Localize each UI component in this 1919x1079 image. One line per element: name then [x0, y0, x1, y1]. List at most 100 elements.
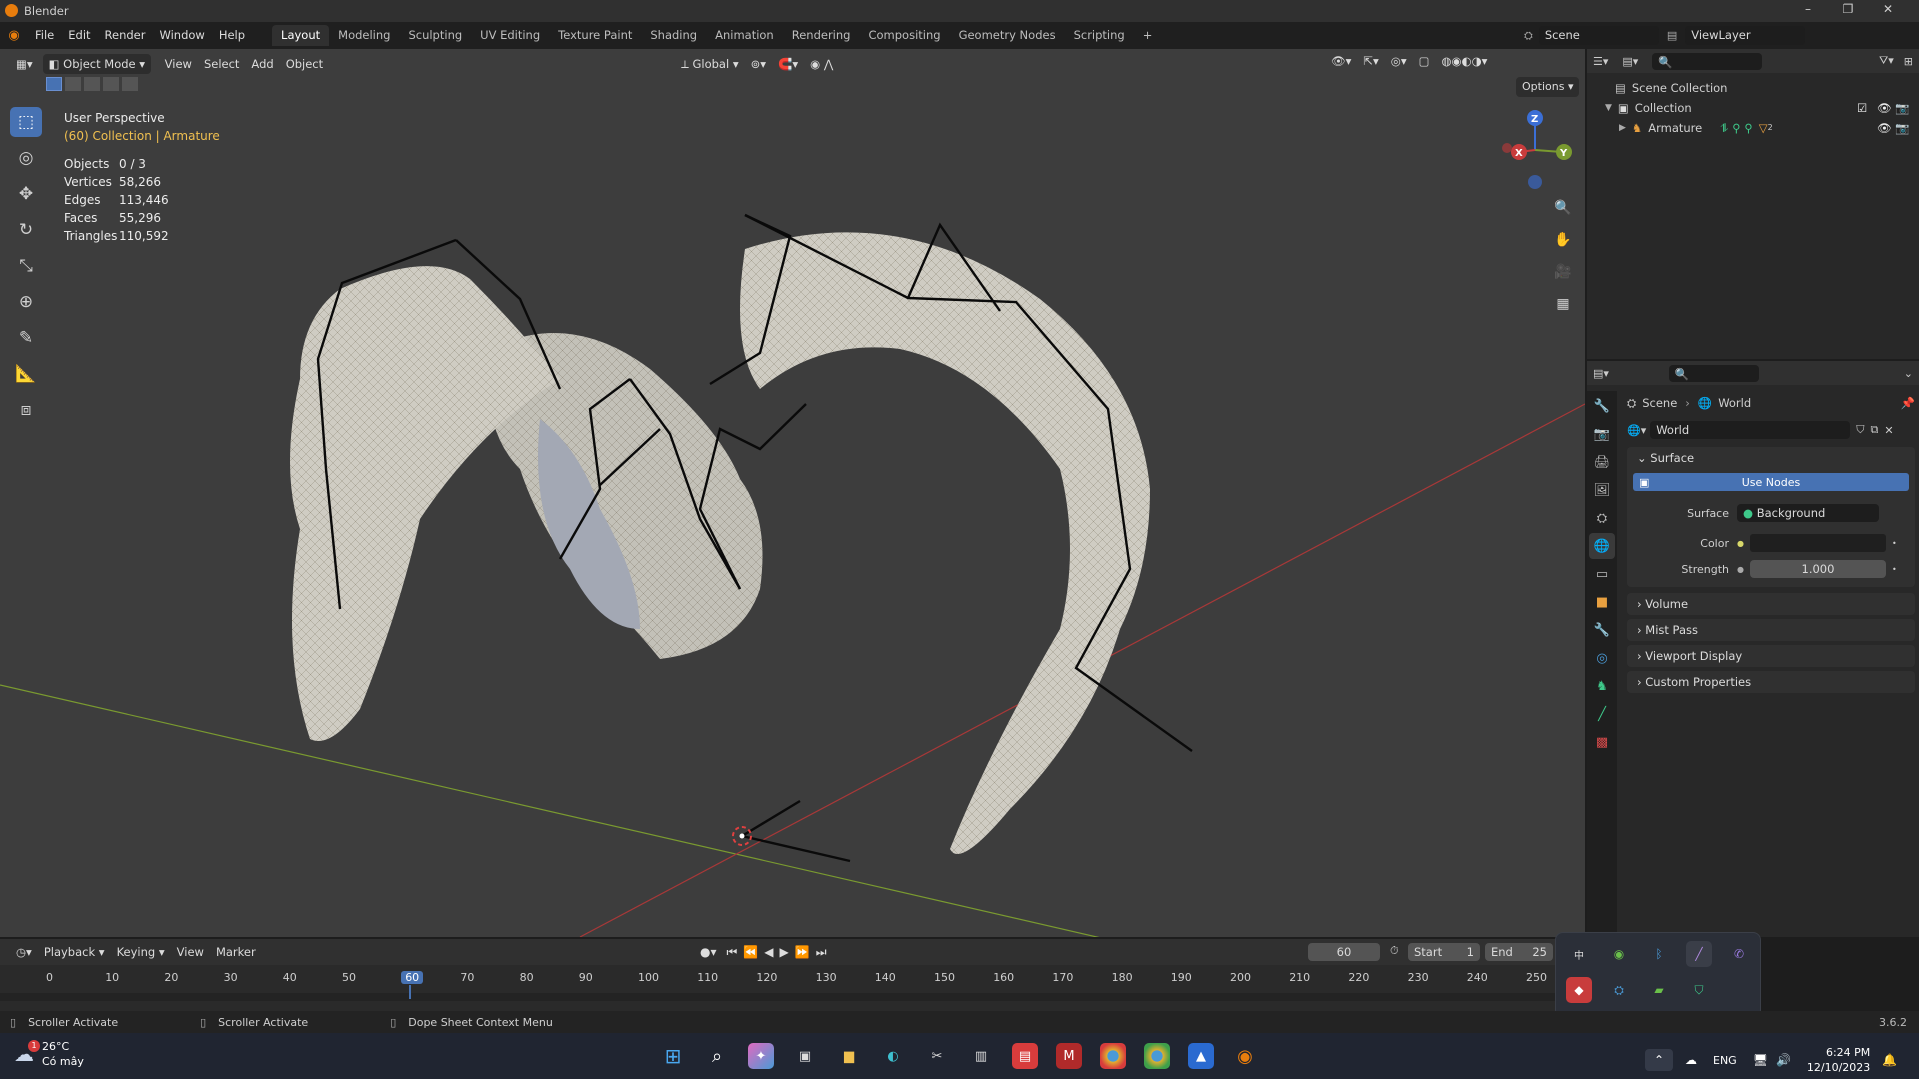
duplicate-icon[interactable]: ⧉ — [1870, 423, 1878, 437]
collection-eye-icon[interactable]: 👁 — [1877, 98, 1892, 118]
volume-panel[interactable]: › Volume — [1627, 593, 1915, 615]
modifier-tab-icon[interactable]: 🔧 — [1589, 617, 1615, 643]
3d-viewport[interactable]: Z Y X ▦▾ ◧ Object Mode ▾ View Select Add… — [0, 49, 1585, 937]
tab-sculpting[interactable]: Sculpting — [399, 25, 471, 46]
start-frame-field[interactable]: Start 1 — [1408, 943, 1480, 961]
select-intersect-icon[interactable] — [122, 77, 138, 91]
pen-icon[interactable]: ╱ — [1686, 941, 1712, 967]
snipping-tool-icon[interactable]: ✂ — [924, 1043, 950, 1069]
collection-camera-icon[interactable]: 📷 — [1895, 98, 1909, 118]
properties-editor-icon[interactable]: ▤▾ — [1593, 367, 1609, 380]
keyframe-dot-icon[interactable]: • — [1892, 539, 1897, 548]
tab-compositing[interactable]: Compositing — [859, 25, 949, 46]
weather-widget[interactable]: ☁ 1 26°C Có mây — [14, 1039, 84, 1069]
menu-edit[interactable]: Edit — [61, 22, 97, 49]
next-keyframe-icon[interactable]: ⏩ — [795, 945, 810, 959]
menu-marker[interactable]: Marker — [210, 942, 262, 962]
volume-icon[interactable]: 🔊 — [1776, 1053, 1791, 1067]
new-collection-icon[interactable]: ⊞ — [1904, 55, 1913, 68]
bluetooth-icon[interactable]: ᛒ — [1646, 941, 1672, 967]
play-icon[interactable]: ▶ — [780, 945, 789, 959]
scale-tool-icon[interactable]: ⤡ — [10, 251, 42, 281]
play-reverse-icon[interactable]: ◀ — [764, 945, 773, 959]
tab-scripting[interactable]: Scripting — [1065, 25, 1134, 46]
strength-field[interactable]: 1.000 — [1749, 560, 1886, 578]
file-explorer-icon[interactable]: ▆ — [836, 1043, 862, 1069]
timeline-editor-icon[interactable]: ◷▾ — [10, 942, 38, 962]
clock-icon[interactable]: ⏱ — [1390, 944, 1399, 958]
pin-icon[interactable]: 📌 — [1901, 396, 1915, 410]
taskbar-search-icon[interactable]: ⌕ — [704, 1043, 730, 1069]
language-indicator[interactable]: ENG — [1713, 1054, 1737, 1067]
world-browse-icon[interactable]: 🌐▾ — [1627, 424, 1646, 437]
select-box-tool-icon[interactable]: ⬚ — [10, 107, 42, 137]
store-icon[interactable]: ▥ — [968, 1043, 994, 1069]
expand-arrow-icon[interactable]: ▶ — [1619, 118, 1626, 138]
fake-user-icon[interactable]: ⛉ — [1856, 423, 1864, 437]
world-name-field[interactable]: World — [1650, 421, 1851, 439]
blender-menu-icon[interactable]: ◉ — [0, 28, 28, 43]
clock[interactable]: 6:24 PM 12/10/2023 — [1807, 1045, 1870, 1075]
viewlayer-selector[interactable]: ViewLayer — [1685, 26, 1806, 45]
tray-chevron-up-icon[interactable]: ⌃ — [1645, 1049, 1673, 1071]
display-mode-icon[interactable]: ▤▾ — [1622, 55, 1638, 68]
record-icon[interactable]: ●▾ — [700, 945, 717, 959]
menu-render[interactable]: Render — [98, 22, 153, 49]
options-dropdown[interactable]: Options ▾ — [1516, 77, 1580, 97]
rotate-tool-icon[interactable]: ↻ — [10, 215, 42, 245]
outliner-item-armature[interactable]: ▶ ♞ Armature ⥮ ⚲ ⚲ ▽ 2 👁 📷 — [1619, 118, 1919, 138]
network-tool-icon[interactable]: ⛭ — [1606, 977, 1632, 1003]
world-tab-icon[interactable]: 🌐 — [1589, 533, 1615, 559]
menu-select[interactable]: Select — [198, 54, 245, 74]
render-tab-icon[interactable]: 📷 — [1589, 421, 1615, 447]
xray-icon[interactable]: ▢ — [1413, 51, 1436, 71]
chrome-profile-icon[interactable] — [1144, 1043, 1170, 1069]
texture-tab-icon[interactable]: ▩ — [1589, 729, 1615, 755]
properties-search-input[interactable]: 🔍 — [1668, 364, 1759, 382]
use-nodes-button[interactable]: ▣ Use Nodes — [1633, 473, 1909, 491]
overlay-toggle-icon[interactable]: ◎▾ — [1385, 51, 1413, 71]
menu-window[interactable]: Window — [152, 22, 211, 49]
prev-keyframe-icon[interactable]: ⏪ — [743, 945, 758, 959]
bone-tab-icon[interactable]: ╱ — [1589, 701, 1615, 727]
menu-add[interactable]: Add — [245, 54, 279, 74]
menu-view[interactable]: View — [159, 54, 198, 74]
gizmo-toggle-icon[interactable]: ⇱▾ — [1357, 51, 1384, 71]
windows-start-icon[interactable]: ⊞ — [660, 1043, 686, 1069]
view-layer-tab-icon[interactable]: 🖼 — [1589, 477, 1615, 503]
tab-animation[interactable]: Animation — [706, 25, 783, 46]
snap-icon[interactable]: 🧲▾ — [772, 54, 804, 74]
editor-type-icon[interactable]: ▦▾ — [10, 54, 39, 74]
add-cube-tool-icon[interactable]: ⧈ — [10, 395, 42, 425]
filter-icon[interactable]: ⛛▾ — [1879, 54, 1894, 68]
menu-file[interactable]: File — [28, 22, 61, 49]
armature-eye-icon[interactable]: 👁 — [1877, 118, 1892, 138]
output-tab-icon[interactable]: 🖨 — [1589, 449, 1615, 475]
add-workspace-button[interactable]: + — [1134, 25, 1162, 46]
outliner-search-input[interactable]: 🔍 — [1652, 52, 1763, 70]
custom-properties-panel[interactable]: › Custom Properties — [1627, 671, 1915, 693]
collection-checkbox-icon[interactable]: ☑ — [1857, 98, 1867, 118]
copilot-icon[interactable]: ✦ — [748, 1043, 774, 1069]
edge-icon[interactable]: ◐ — [880, 1043, 906, 1069]
expand-arrow-icon[interactable]: ▼ — [1605, 98, 1612, 118]
tab-shading[interactable]: Shading — [641, 25, 706, 46]
breadcrumb-scene[interactable]: Scene — [1642, 396, 1677, 410]
tab-geometry-nodes[interactable]: Geometry Nodes — [950, 25, 1065, 46]
properties-options-icon[interactable]: ⌄ — [1904, 367, 1913, 380]
chrome-icon[interactable] — [1100, 1043, 1126, 1069]
armature-data-icon[interactable]: ⥮ ⚲ ⚲ — [1720, 118, 1753, 138]
menu-timeline-view[interactable]: View — [171, 942, 210, 962]
viber-icon[interactable]: ✆ — [1726, 941, 1752, 967]
current-frame-field[interactable]: 60 — [1308, 943, 1380, 961]
tool-tab-icon[interactable]: 🔧 — [1589, 393, 1615, 419]
physics-tab-icon[interactable]: ◎ — [1589, 645, 1615, 671]
move-tool-icon[interactable]: ✥ — [10, 179, 42, 209]
minimize-button[interactable]: – — [1790, 2, 1826, 20]
tab-layout[interactable]: Layout — [272, 25, 330, 46]
annotate-tool-icon[interactable]: ✎ — [10, 323, 42, 353]
surface-shader-field[interactable]: ● Background — [1737, 504, 1879, 522]
maximize-button[interactable]: ❐ — [1830, 2, 1866, 20]
collection-tab-icon[interactable]: ▭ — [1589, 561, 1615, 587]
ortho-grid-icon[interactable]: ▦ — [1550, 291, 1576, 317]
